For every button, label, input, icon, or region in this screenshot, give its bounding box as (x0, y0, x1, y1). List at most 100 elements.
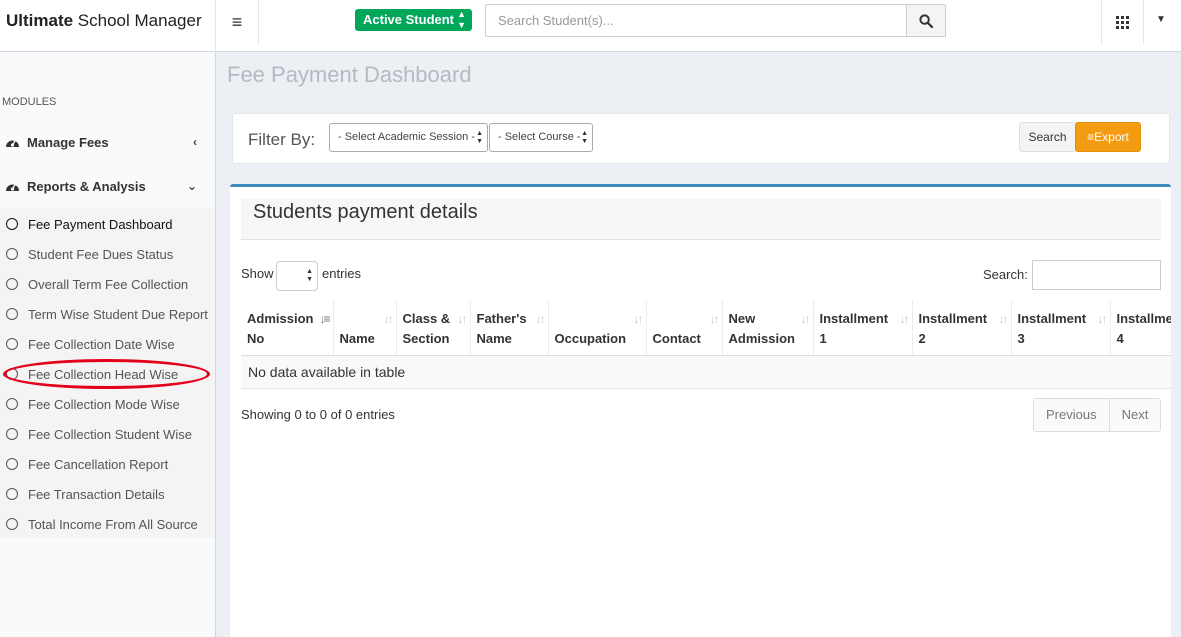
submenu-item-term-wise-student-due-report[interactable]: Term Wise Student Due Report (0, 299, 215, 329)
entries-per-page-select[interactable]: ▲ ▼ (276, 261, 318, 291)
sidebar-section-label: MODULES (2, 96, 57, 108)
column-header-new-admission[interactable]: New Admission ↓↑ (722, 300, 814, 356)
column-header-contact[interactable]: Contact ↓↑ (646, 300, 723, 356)
submenu-item-fee-cancellation-report[interactable]: Fee Cancellation Report (0, 449, 215, 479)
submenu-item-label: Fee Collection Head Wise (28, 366, 179, 382)
submenu-item-fee-collection-head-wise[interactable]: Fee Collection Head Wise (0, 359, 215, 389)
top-navbar: Ultimate School Manager ≡ Active Student… (0, 0, 1181, 52)
column-header-line2: 2 (918, 331, 926, 346)
filter-label: Filter By: (248, 130, 316, 149)
filter-search-button[interactable]: Search (1019, 122, 1076, 152)
sort-icon: ↓↑ (709, 312, 720, 326)
column-header-line2: 1 (819, 331, 827, 346)
submenu-item-label: Fee Collection Date Wise (28, 336, 175, 352)
column-header-installment-3[interactable]: Installment 3 ↓↑ (1011, 300, 1111, 356)
student-search-input[interactable]: Search Student(s)... (485, 4, 907, 37)
empty-table-message: No data available in table (241, 355, 1171, 389)
next-page-button[interactable]: Next (1108, 399, 1161, 431)
student-status-value: Active Student (363, 12, 455, 27)
show-label: Show (241, 266, 274, 281)
payment-table: Admission No ↓≡ Name ↓↑ Class & Section ↓↑ Fa… (241, 300, 1171, 389)
circle-icon (6, 308, 18, 320)
table-header-row: Admission No ↓≡ Name ↓↑ Class & Section ↓↑ Fa… (241, 300, 1171, 356)
student-search-placeholder: Search Student(s)... (498, 13, 614, 28)
panel-title: Students payment details (241, 199, 1161, 240)
column-header-line2: Occupation (554, 331, 627, 346)
column-header-line2: 4 (1116, 331, 1124, 346)
column-header-occupation[interactable]: Occupation ↓↑ (548, 300, 647, 356)
search-icon (919, 13, 933, 28)
sort-asc-icon: ↓≡ (319, 312, 330, 326)
submenu-item-fee-collection-mode-wise[interactable]: Fee Collection Mode Wise (0, 389, 215, 419)
entries-label: entries (322, 266, 362, 281)
reports-submenu: Fee Payment Dashboard Student Fee Dues S… (0, 208, 215, 538)
sort-icon: ↓↑ (1097, 312, 1108, 326)
column-header-installment-4[interactable]: Installment 4 (1110, 300, 1171, 356)
submenu-item-fee-collection-date-wise[interactable]: Fee Collection Date Wise (0, 329, 215, 359)
sidebar-item-reports-analysis[interactable]: Reports & Analysis ⌄ (0, 164, 215, 208)
academic-session-select[interactable]: - Select Academic Session - ▲ ▼ (329, 123, 488, 152)
column-header-line2: Contact (652, 331, 701, 346)
submenu-item-label: Student Fee Dues Status (28, 246, 174, 262)
academic-session-value: - Select Academic Session - (338, 131, 475, 143)
page-title: Fee Payment Dashboard (227, 62, 472, 87)
hamburger-icon: ≡ (231, 11, 243, 32)
circle-icon (6, 218, 18, 230)
column-header-class-section[interactable]: Class & Section ↓↑ (396, 300, 471, 356)
payment-table-wrapper: Admission No ↓≡ Name ↓↑ Class & Section ↓↑ Fa… (241, 300, 1171, 390)
student-search-button[interactable] (906, 4, 946, 37)
submenu-item-label: Fee Payment Dashboard (28, 216, 173, 232)
sort-icon: ↓↑ (535, 312, 546, 326)
previous-page-button[interactable]: Previous (1034, 399, 1109, 431)
course-select[interactable]: - Select Course - ▲ ▼ (489, 123, 593, 152)
app-logo[interactable]: Ultimate School Manager (0, 0, 216, 52)
pagination: Previous Next (1033, 398, 1162, 432)
circle-icon (6, 338, 18, 350)
column-header-line1: Father's (476, 311, 527, 326)
column-header-line2: No (247, 331, 265, 346)
sidebar-item-manage-fees[interactable]: Manage Fees ‹ (0, 120, 215, 164)
column-header-line1: Class & (402, 311, 451, 326)
students-payment-panel: Students payment details Show ▲ ▼ entries… (230, 184, 1171, 637)
column-header-line2: 3 (1017, 331, 1025, 346)
column-header-line2: Admission (728, 331, 795, 346)
sidebar-toggle-button[interactable]: ≡ (216, 0, 259, 44)
submenu-item-overall-term-fee-collection[interactable]: Overall Term Fee Collection (0, 269, 215, 299)
circle-icon (6, 458, 18, 470)
select-arrows-icon: ▲ ▼ (476, 129, 483, 145)
column-header-line1: Installment (1116, 311, 1172, 326)
submenu-item-label: Fee Collection Student Wise (28, 426, 193, 442)
user-menu-dropdown[interactable]: ▼ (1156, 14, 1176, 30)
column-header-installment-2[interactable]: Installment 2 ↓↑ (912, 300, 1012, 356)
column-header-admission-no[interactable]: Admission No ↓≡ (241, 300, 334, 356)
column-header-installment-1[interactable]: Installment 1 ↓↑ (813, 300, 913, 356)
table-search-label: Search: (983, 267, 1028, 282)
column-header-name[interactable]: Name ↓↑ (333, 300, 397, 356)
column-header-line2: Name (339, 331, 375, 346)
apps-menu-button[interactable] (1101, 0, 1144, 44)
circle-icon (6, 428, 18, 440)
column-header-fathers-name[interactable]: Father's Name ↓↑ (470, 300, 549, 356)
submenu-item-label: Term Wise Student Due Report (28, 306, 208, 322)
circle-icon (6, 398, 18, 410)
brand-rest: School Manager (73, 11, 202, 30)
sort-icon: ↓↑ (457, 312, 468, 326)
dashboard-icon (5, 180, 21, 192)
submenu-item-fee-collection-student-wise[interactable]: Fee Collection Student Wise (0, 419, 215, 449)
sidebar-item-label: Reports & Analysis (27, 178, 146, 194)
select-arrows-icon: ▲ ▼ (581, 129, 588, 145)
submenu-item-fee-transaction-details[interactable]: Fee Transaction Details (0, 479, 215, 509)
circle-icon (6, 368, 18, 380)
sidebar: MODULES Manage Fees ‹ Reports & Analysis… (0, 52, 216, 637)
table-search-input[interactable] (1032, 260, 1161, 290)
select-arrows-icon: ▲ ▼ (457, 9, 466, 30)
column-header-line1: Installment (1017, 311, 1087, 326)
column-header-line1: New (728, 311, 756, 326)
submenu-item-total-income-from-all-source[interactable]: Total Income From All Source (0, 509, 215, 539)
student-status-select[interactable]: Active Student ▲ ▼ (355, 9, 472, 31)
submenu-item-fee-payment-dashboard[interactable]: Fee Payment Dashboard (0, 209, 215, 239)
export-button[interactable]: ≡Export (1075, 122, 1141, 152)
submenu-item-student-fee-dues-status[interactable]: Student Fee Dues Status (0, 239, 215, 269)
chevron-down-icon: ⌄ (186, 179, 197, 193)
column-header-line2: Name (476, 331, 512, 346)
